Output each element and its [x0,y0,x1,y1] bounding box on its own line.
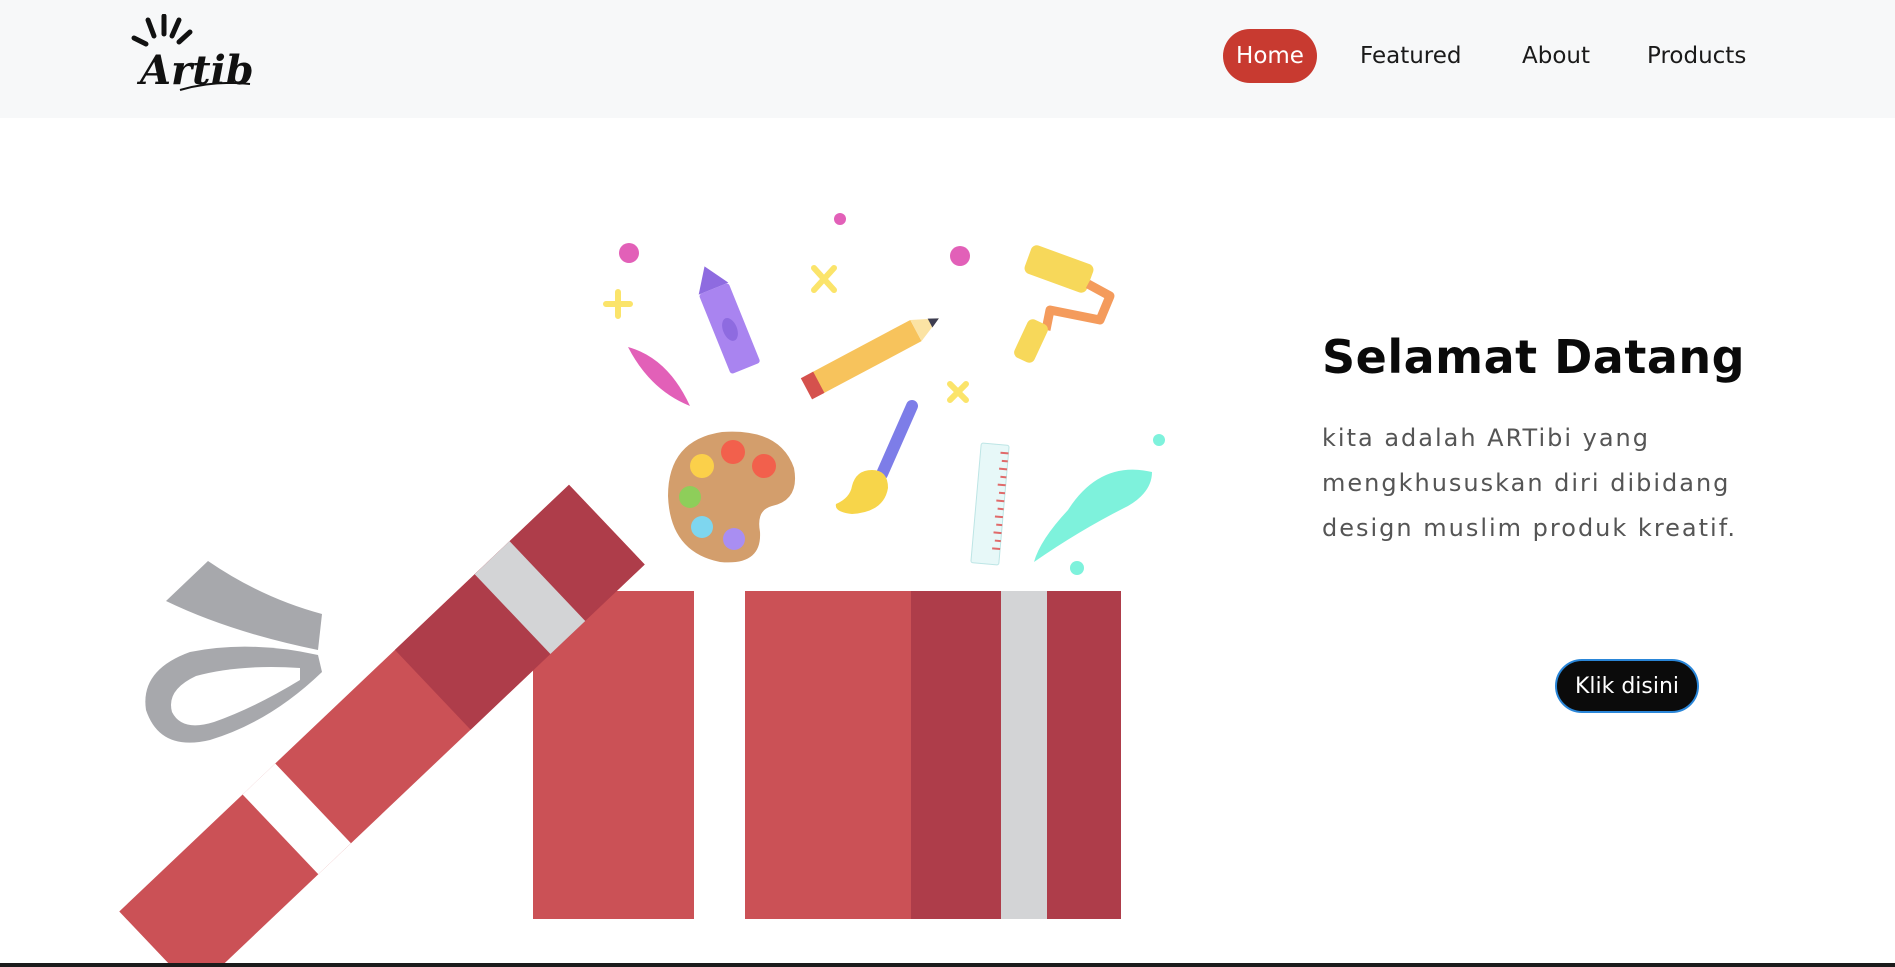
pink-dot-decoration [950,246,970,266]
pink-dot-decoration [834,213,846,225]
pencil-icon [800,318,939,400]
main-nav: Home Featured About Products [0,29,1895,83]
mint-leaf-decoration [1034,469,1152,562]
klik-disini-button[interactable]: Klik disini [1555,659,1699,713]
nav-about-link[interactable]: About [1511,29,1601,83]
ruler-icon [970,442,1010,566]
hero-content: Selamat Datang kita adalah ARTibi yang m… [1322,330,1842,551]
nav-home-link[interactable]: Home [1223,29,1317,83]
gift-box-illustration [119,213,1165,967]
hero-title: Selamat Datang [1322,330,1746,384]
pink-leaf-decoration [628,347,690,406]
pink-dot-decoration [619,243,639,263]
paint-roller-icon [1014,245,1115,363]
paintbrush-icon [835,400,918,514]
hero-description: kita adalah ARTibi yang mengkhususkan di… [1322,424,1738,542]
ribbon-bow-icon [145,561,322,743]
nav-products-link[interactable]: Products [1636,29,1757,83]
gift-box-icon [533,591,1121,919]
navbar: Artibi Home Featured About Products [0,0,1895,118]
nav-featured-link[interactable]: Featured [1349,29,1473,83]
hero-illustration [0,118,1230,967]
mint-dot-decoration [1153,434,1165,446]
crayon-icon [698,266,760,374]
palette-icon [668,431,796,563]
bottom-border [0,963,1895,967]
mint-dot-decoration [1070,561,1084,575]
